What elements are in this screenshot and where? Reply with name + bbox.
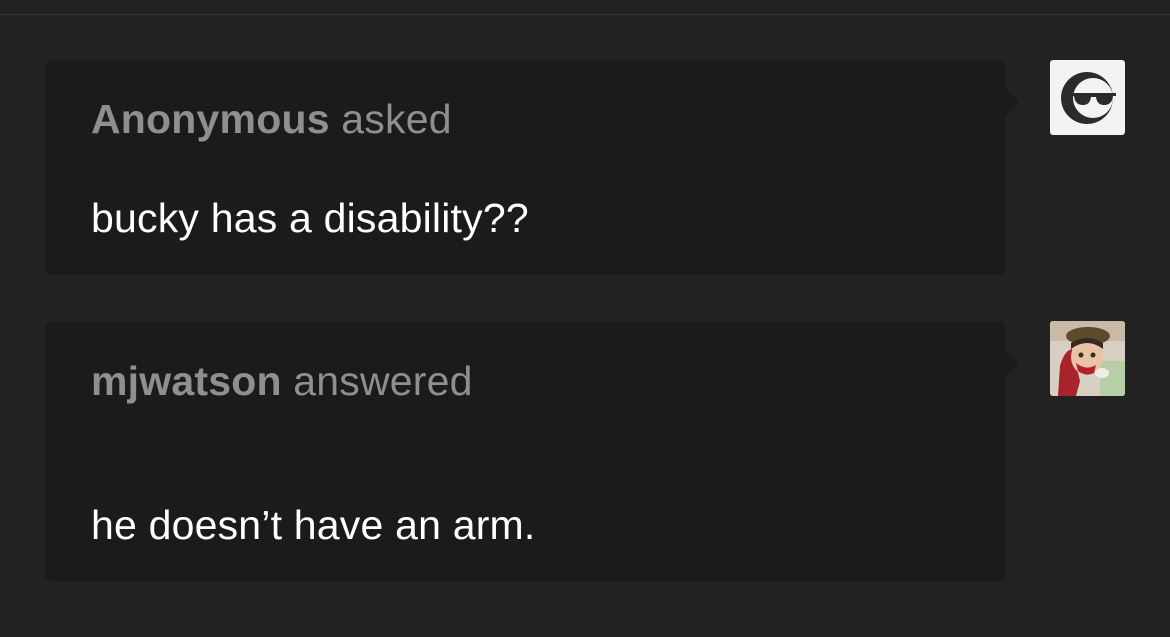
answer-header: mjwatson answered [91,358,473,405]
answer-text: he doesn’t have an arm. [91,502,536,548]
answerer-avatar[interactable] [1050,321,1125,396]
ask-header: Anonymous asked [91,96,452,143]
anonymous-avatar[interactable] [1050,60,1125,135]
anonymous-sunglasses-icon [1061,72,1116,124]
ask-question-text: bucky has a disability?? [91,195,529,241]
ask-bubble: Anonymous asked bucky has a disability?? [45,60,1019,275]
answerer-name[interactable]: mjwatson [91,358,282,404]
top-divider [0,14,1170,15]
asker-name: Anonymous [91,96,330,142]
user-avatar-image [1050,321,1125,396]
ask-action-label: asked [341,96,452,142]
answer-action-label: answered [293,358,473,404]
answer-bubble: mjwatson answered he doesn’t have an arm… [45,321,1019,581]
